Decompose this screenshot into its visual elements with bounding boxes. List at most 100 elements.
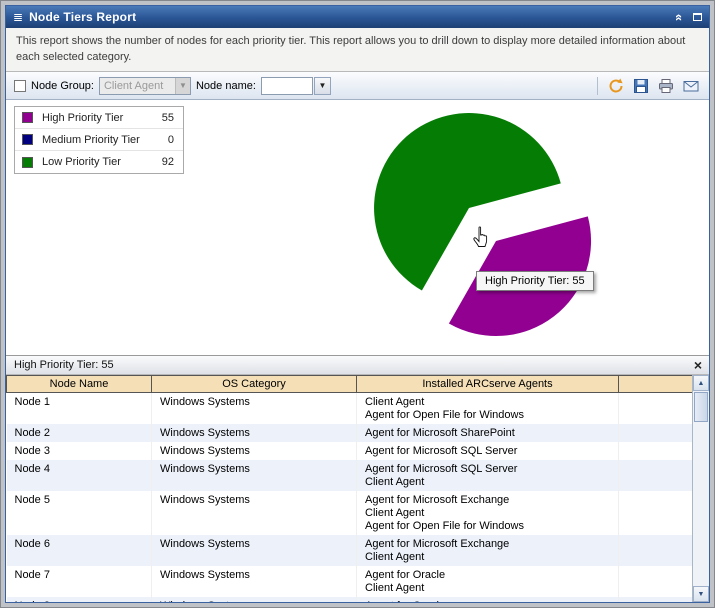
table-row[interactable]: Node 5Windows SystemsAgent for Microsoft… xyxy=(7,491,694,535)
legend-item[interactable]: Low Priority Tier92 xyxy=(15,151,183,173)
legend-value: 92 xyxy=(162,156,174,168)
email-icon[interactable] xyxy=(681,76,701,96)
table-row[interactable]: Node 8Windows Systems Agent for Oracle xyxy=(7,597,694,602)
col-node-name[interactable]: Node Name xyxy=(7,376,152,393)
agents-cell: Agent for OracleClient Agent xyxy=(357,566,619,597)
node-group-value: Client Agent xyxy=(104,80,163,92)
os-category-cell: Windows Systems xyxy=(152,393,357,425)
node-name-input[interactable] xyxy=(261,77,313,95)
chart-legend: High Priority Tier55Medium Priority Tier… xyxy=(14,106,184,174)
agent-line: Agent for Microsoft SharePoint xyxy=(365,427,612,440)
table-header-row: Node Name OS Category Installed ARCserve… xyxy=(7,376,694,393)
detail-table: Node Name OS Category Installed ARCserve… xyxy=(6,375,709,602)
close-icon[interactable]: × xyxy=(694,358,702,372)
agent-line: Client Agent xyxy=(365,507,612,520)
legend-swatch xyxy=(22,112,33,123)
agent-line: Agent for Oracle xyxy=(365,600,612,602)
refresh-icon[interactable] xyxy=(606,76,626,96)
agent-line: Agent for Microsoft SQL Server xyxy=(365,463,612,476)
node-name-cell: Node 7 xyxy=(7,566,152,597)
agents-cell: Agent for Microsoft SQL ServerClient Age… xyxy=(357,460,619,491)
empty-cell xyxy=(619,535,694,566)
node-group-checkbox[interactable] xyxy=(14,80,26,92)
nodes-table: Node Name OS Category Installed ARCserve… xyxy=(6,375,694,602)
empty-cell xyxy=(619,597,694,602)
agent-line: Agent for Oracle xyxy=(365,569,612,582)
scroll-up-icon[interactable]: ▲ xyxy=(693,375,709,391)
node-name-dropdown-button[interactable]: ▼ xyxy=(314,77,331,95)
print-icon[interactable] xyxy=(656,76,676,96)
legend-label: Medium Priority Tier xyxy=(42,134,168,146)
detail-header: High Priority Tier: 55 × xyxy=(6,355,709,375)
legend-value: 55 xyxy=(162,112,174,124)
table-row[interactable]: Node 7Windows SystemsAgent for OracleCli… xyxy=(7,566,694,597)
col-os-category[interactable]: OS Category xyxy=(152,376,357,393)
os-category-cell: Windows Systems xyxy=(152,566,357,597)
chevron-down-icon: ▼ xyxy=(175,78,190,94)
detail-panel: High Priority Tier: 55 × Node Name OS Ca… xyxy=(6,355,709,602)
agent-line: Client Agent xyxy=(365,551,612,564)
empty-cell xyxy=(619,393,694,425)
empty-cell xyxy=(619,566,694,597)
node-name-cell: Node 5 xyxy=(7,491,152,535)
table-row[interactable]: Node 1Windows SystemsClient AgentAgent f… xyxy=(7,393,694,425)
node-name-cell: Node 1 xyxy=(7,393,152,425)
legend-item[interactable]: Medium Priority Tier0 xyxy=(15,129,183,151)
table-row[interactable]: Node 2Windows Systems Agent for Microsoft… xyxy=(7,424,694,442)
table-row[interactable]: Node 4Windows SystemsAgent for Microsoft… xyxy=(7,460,694,491)
detail-table-body: Node 1Windows SystemsClient AgentAgent f… xyxy=(7,393,694,603)
maximize-icon[interactable] xyxy=(693,13,702,21)
table-scrollbar[interactable]: ▲ ▼ xyxy=(692,375,709,602)
empty-cell xyxy=(619,424,694,442)
chart-tooltip: High Priority Tier: 55 xyxy=(476,271,594,291)
report-description: This report shows the number of nodes fo… xyxy=(6,28,709,72)
node-name-cell: Node 6 xyxy=(7,535,152,566)
os-category-cell: Windows Systems xyxy=(152,597,357,602)
pie-chart[interactable] xyxy=(329,106,609,348)
window-title: Node Tiers Report xyxy=(29,10,676,24)
empty-cell xyxy=(619,442,694,460)
col-empty xyxy=(619,376,694,393)
empty-cell xyxy=(619,460,694,491)
legend-value: 0 xyxy=(168,134,174,146)
legend-swatch xyxy=(22,157,33,168)
save-icon[interactable] xyxy=(631,76,651,96)
os-category-cell: Windows Systems xyxy=(152,460,357,491)
os-category-cell: Windows Systems xyxy=(152,535,357,566)
agents-cell: Agent for Microsoft SQL Server xyxy=(357,442,619,460)
report-icon: ≣ xyxy=(13,10,23,24)
agent-line: Client Agent xyxy=(365,476,612,489)
detail-title: High Priority Tier: 55 xyxy=(14,359,694,371)
agent-line: Agent for Open File for Windows xyxy=(365,409,612,422)
report-window: ≣ Node Tiers Report « This report shows … xyxy=(0,0,715,608)
table-row[interactable]: Node 3Windows SystemsAgent for Microsoft… xyxy=(7,442,694,460)
filter-toolbar: Node Group: Client Agent ▼ Node name: ▼ xyxy=(6,72,709,100)
col-installed-agents[interactable]: Installed ARCserve Agents xyxy=(357,376,619,393)
hand-cursor-icon xyxy=(472,226,491,248)
agents-cell: Client AgentAgent for Open File for Wind… xyxy=(357,393,619,425)
table-row[interactable]: Node 6Windows SystemsAgent for Microsoft… xyxy=(7,535,694,566)
scrollbar-thumb[interactable] xyxy=(694,392,708,422)
legend-label: High Priority Tier xyxy=(42,112,162,124)
node-name-cell: Node 2 xyxy=(7,424,152,442)
agents-cell: Agent for Microsoft ExchangeClient Agent xyxy=(357,535,619,566)
node-name-cell: Node 3 xyxy=(7,442,152,460)
legend-label: Low Priority Tier xyxy=(42,156,162,168)
agents-cell: Agent for Microsoft SharePoint xyxy=(357,424,619,442)
node-group-select[interactable]: Client Agent ▼ xyxy=(99,77,191,95)
legend-item[interactable]: High Priority Tier55 xyxy=(15,107,183,129)
collapse-icon[interactable]: « xyxy=(672,13,687,20)
node-name-cell: Node 8 xyxy=(7,597,152,602)
agents-cell: Agent for Microsoft ExchangeClient Agent… xyxy=(357,491,619,535)
os-category-cell: Windows Systems xyxy=(152,424,357,442)
titlebar[interactable]: ≣ Node Tiers Report « xyxy=(6,6,709,28)
toolbar-divider xyxy=(597,77,598,95)
os-category-cell: Windows Systems xyxy=(152,491,357,535)
scroll-down-icon[interactable]: ▼ xyxy=(693,586,709,602)
os-category-cell: Windows Systems xyxy=(152,442,357,460)
chart-panel: High Priority Tier55Medium Priority Tier… xyxy=(6,100,709,355)
window-inner: ≣ Node Tiers Report « This report shows … xyxy=(5,5,710,603)
agents-cell: Agent for Oracle xyxy=(357,597,619,602)
node-name-cell: Node 4 xyxy=(7,460,152,491)
empty-cell xyxy=(619,491,694,535)
